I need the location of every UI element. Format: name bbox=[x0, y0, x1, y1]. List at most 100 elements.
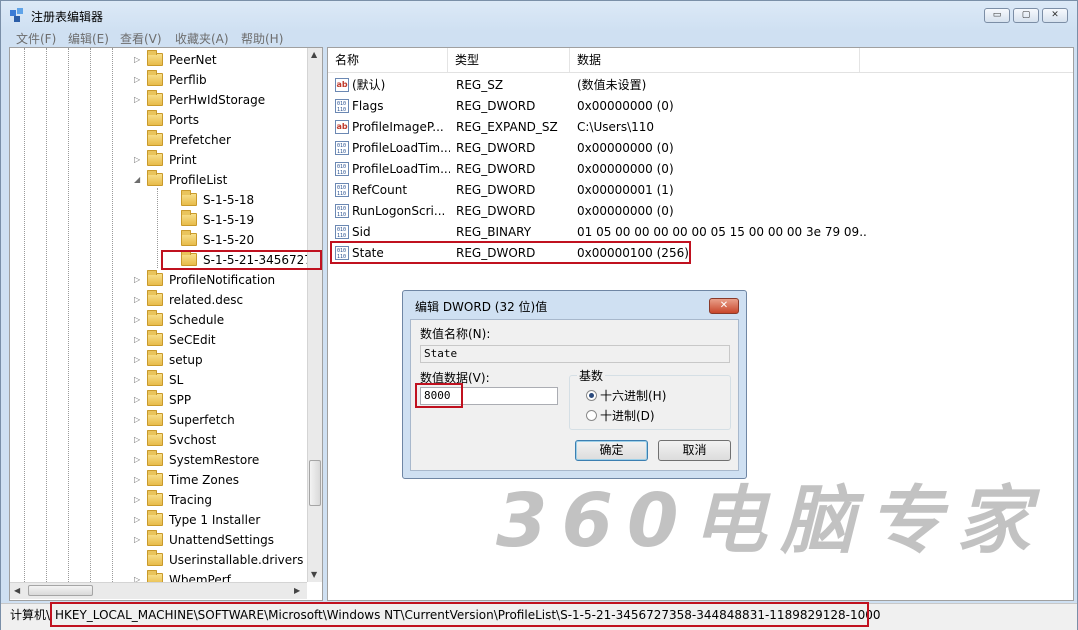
tree-item-label: Prefetcher bbox=[169, 133, 231, 147]
value-row[interactable]: 010 110 Flags REG_DWORD 0x00000000 (0) bbox=[328, 96, 1073, 117]
close-button[interactable]: ✕ bbox=[1042, 8, 1068, 23]
tree-item[interactable]: ◢ ProfileList bbox=[10, 170, 306, 190]
value-data-cell: C:\Users\110 bbox=[577, 120, 655, 134]
value-row[interactable]: ab ProfileImageP... REG_EXPAND_SZ C:\Users\… bbox=[328, 117, 1073, 138]
tree-item[interactable]: Userinstallable.drivers bbox=[10, 550, 306, 570]
expand-arrow-icon[interactable]: ▷ bbox=[134, 370, 144, 390]
folder-icon bbox=[181, 230, 197, 246]
folder-icon bbox=[147, 130, 163, 146]
folder-icon bbox=[147, 410, 163, 426]
scroll-left-icon[interactable]: ◀ bbox=[14, 586, 20, 595]
expand-arrow-icon[interactable]: ▷ bbox=[134, 70, 144, 90]
tree-item[interactable]: ▷ related.desc bbox=[10, 290, 306, 310]
expand-arrow-icon[interactable]: ▷ bbox=[134, 490, 144, 510]
expand-arrow-icon[interactable]: ▷ bbox=[134, 270, 144, 290]
tree-item[interactable]: ▷ setup bbox=[10, 350, 306, 370]
expand-arrow-icon[interactable]: ▷ bbox=[134, 350, 144, 370]
column-name-header[interactable]: 名称 bbox=[328, 48, 448, 72]
value-row[interactable]: 010 110 ProfileLoadTim... REG_DWORD 0x000000… bbox=[328, 138, 1073, 159]
minimize-button[interactable]: ▭ bbox=[984, 8, 1010, 23]
tree-item[interactable]: ▷ UnattendSettings bbox=[10, 530, 306, 550]
tree-item[interactable]: ▷ PeerNet bbox=[10, 50, 306, 70]
expand-arrow-icon[interactable]: ▷ bbox=[134, 430, 144, 450]
maximize-button[interactable]: ▢ bbox=[1013, 8, 1039, 23]
hex-radio[interactable] bbox=[586, 390, 597, 401]
scroll-thumb[interactable] bbox=[309, 460, 321, 506]
scroll-thumb[interactable] bbox=[28, 585, 93, 596]
tree-item[interactable]: ▷ Svchost bbox=[10, 430, 306, 450]
tree-item[interactable]: ▷ SeCEdit bbox=[10, 330, 306, 350]
value-name-cell: ProfileLoadTim... bbox=[352, 162, 450, 176]
scroll-down-icon[interactable]: ▼ bbox=[311, 570, 317, 579]
value-row[interactable]: 010 110 Sid REG_BINARY 01 05 00 00 00 00 00 … bbox=[328, 222, 1073, 243]
expand-arrow-icon[interactable]: ▷ bbox=[134, 510, 144, 530]
binary-value-icon: 010 110 bbox=[335, 204, 349, 218]
tree-horizontal-scrollbar[interactable]: ◀ ▶ bbox=[10, 582, 307, 599]
tree-item[interactable]: ▷ SL bbox=[10, 370, 306, 390]
expand-arrow-icon[interactable]: ▷ bbox=[134, 410, 144, 430]
expand-arrow-icon[interactable]: ▷ bbox=[134, 150, 144, 170]
folder-icon bbox=[147, 90, 163, 106]
dialog-close-button[interactable]: ✕ bbox=[709, 298, 739, 314]
tree-item[interactable]: ▷ Tracing bbox=[10, 490, 306, 510]
menu-view[interactable]: 查看(V) bbox=[120, 30, 162, 47]
tree-item[interactable]: S-1-5-20 bbox=[10, 230, 306, 250]
expand-arrow-icon[interactable]: ▷ bbox=[134, 330, 144, 350]
decimal-label[interactable]: 十进制(D) bbox=[600, 407, 655, 424]
menu-favorites[interactable]: 收藏夹(A) bbox=[175, 30, 229, 47]
expand-arrow-icon[interactable]: ◢ bbox=[134, 170, 144, 190]
decimal-radio[interactable] bbox=[586, 410, 597, 421]
expand-arrow-icon[interactable]: ▷ bbox=[134, 310, 144, 330]
cancel-button[interactable]: 取消 bbox=[658, 440, 731, 461]
tree-item[interactable]: ▷ Print bbox=[10, 150, 306, 170]
value-row[interactable]: ab (默认) REG_SZ (数值未设置) bbox=[328, 75, 1073, 96]
tree-item[interactable]: ▷ Perflib bbox=[10, 70, 306, 90]
tree-item-label: ProfileNotification bbox=[169, 273, 276, 287]
value-row[interactable]: 010 110 RunLogonScri... REG_DWORD 0x00000000… bbox=[328, 201, 1073, 222]
menu-file[interactable]: 文件(F) bbox=[16, 30, 56, 47]
tree-item-label: S-1-5-18 bbox=[203, 193, 255, 207]
expand-arrow-icon[interactable]: ▷ bbox=[134, 90, 144, 110]
expand-arrow-icon[interactable]: ▷ bbox=[134, 470, 144, 490]
value-row[interactable]: 010 110 ProfileLoadTim... REG_DWORD 0x000000… bbox=[328, 159, 1073, 180]
hex-label[interactable]: 十六进制(H) bbox=[600, 387, 666, 404]
tree-item[interactable]: ▷ SystemRestore bbox=[10, 450, 306, 470]
value-name-cell: RefCount bbox=[352, 183, 408, 197]
tree-item[interactable]: ▷ Schedule bbox=[10, 310, 306, 330]
watermark: 360电脑专家 bbox=[496, 478, 1045, 564]
tree-item[interactable]: S-1-5-19 bbox=[10, 210, 306, 230]
scroll-right-icon[interactable]: ▶ bbox=[294, 586, 300, 595]
tree-selection-highlight bbox=[161, 250, 322, 270]
menu-edit[interactable]: 编辑(E) bbox=[68, 30, 109, 47]
tree-item[interactable]: ▷ PerHwIdStorage bbox=[10, 90, 306, 110]
binary-value-icon: 010 110 bbox=[335, 183, 349, 197]
folder-icon bbox=[147, 330, 163, 346]
tree-vertical-scrollbar[interactable]: ▲ ▼ bbox=[307, 48, 322, 582]
expand-arrow-icon[interactable]: ▷ bbox=[134, 50, 144, 70]
tree-item[interactable]: ▷ Type 1 Installer bbox=[10, 510, 306, 530]
tree-item[interactable]: ▷ Time Zones bbox=[10, 470, 306, 490]
string-value-icon: ab bbox=[335, 78, 349, 92]
column-data-header[interactable]: 数据 bbox=[570, 48, 860, 72]
value-type-cell: REG_DWORD bbox=[456, 162, 536, 176]
menu-help[interactable]: 帮助(H) bbox=[241, 30, 283, 47]
expand-arrow-icon[interactable]: ▷ bbox=[134, 450, 144, 470]
tree-item[interactable]: ▷ Superfetch bbox=[10, 410, 306, 430]
expand-arrow-icon[interactable]: ▷ bbox=[134, 530, 144, 550]
tree-item[interactable]: Prefetcher bbox=[10, 130, 306, 150]
tree-item[interactable]: S-1-5-18 bbox=[10, 190, 306, 210]
title-bar[interactable]: 注册表编辑器 ▭ ▢ ✕ bbox=[1, 1, 1077, 29]
expand-arrow-icon[interactable]: ▷ bbox=[134, 390, 144, 410]
folder-icon bbox=[181, 190, 197, 206]
scroll-up-icon[interactable]: ▲ bbox=[311, 50, 317, 59]
value-row[interactable]: 010 110 RefCount REG_DWORD 0x00000001 (1) bbox=[328, 180, 1073, 201]
ok-button[interactable]: 确定 bbox=[575, 440, 648, 461]
tree-item[interactable]: ▷ ProfileNotification bbox=[10, 270, 306, 290]
binary-value-icon: 010 110 bbox=[335, 99, 349, 113]
expand-arrow-icon[interactable]: ▷ bbox=[134, 290, 144, 310]
key-tree-pane[interactable]: ▷ PeerNet ▷ Perflib ▷ PerHwIdStorage Ports Pref… bbox=[9, 47, 323, 601]
column-type-header[interactable]: 类型 bbox=[448, 48, 570, 72]
state-row-highlight bbox=[330, 241, 691, 264]
tree-item[interactable]: Ports bbox=[10, 110, 306, 130]
tree-item[interactable]: ▷ SPP bbox=[10, 390, 306, 410]
